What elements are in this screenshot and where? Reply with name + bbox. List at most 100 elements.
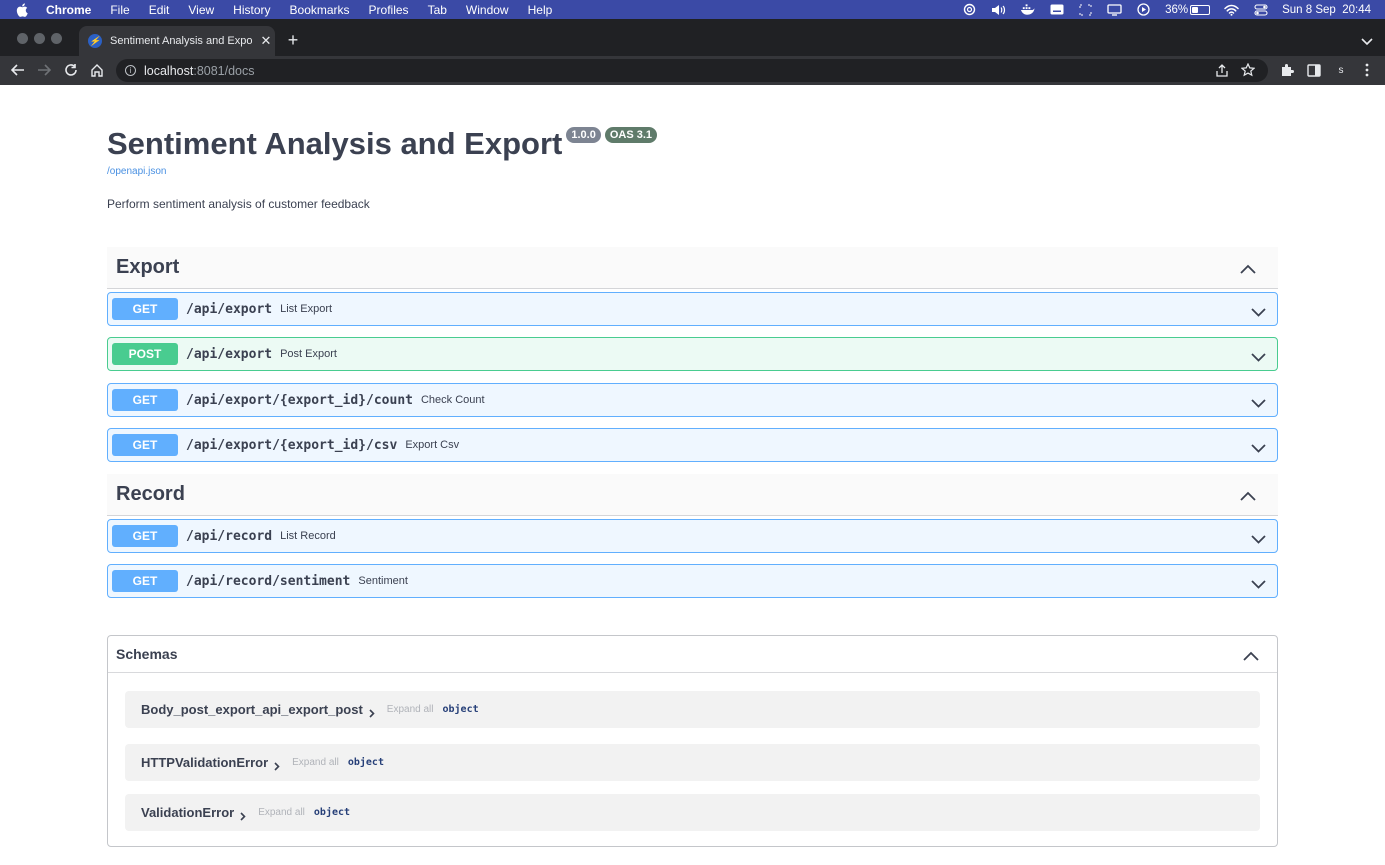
schema-model[interactable]: ValidationError Expand all object xyxy=(125,794,1260,831)
chevron-right-icon[interactable] xyxy=(369,705,375,718)
operation-path: /api/export xyxy=(186,301,273,317)
chatgpt-icon[interactable] xyxy=(962,3,977,16)
browser-tabstrip: ⚡ Sentiment Analysis and Export ✕ + xyxy=(0,19,1385,56)
schema-name[interactable]: HTTPValidationError xyxy=(141,755,268,770)
expand-chevron-down-icon[interactable] xyxy=(1251,576,1266,589)
wifi-icon[interactable] xyxy=(1224,4,1239,16)
battery-fill xyxy=(1192,6,1198,13)
schema-type: object xyxy=(347,757,384,768)
apple-logo-icon[interactable] xyxy=(16,2,30,17)
more-menu-icon[interactable] xyxy=(1359,62,1375,78)
chevron-right-icon[interactable] xyxy=(274,758,280,771)
method-badge: POST xyxy=(112,343,178,365)
schema-model[interactable]: Body_post_export_api_export_post Expand … xyxy=(125,691,1260,728)
menu-bookmarks[interactable]: Bookmarks xyxy=(290,3,350,17)
operation-get-api-export[interactable]: GET /api/export List Export xyxy=(107,292,1278,326)
screenshot-icon[interactable] xyxy=(1078,4,1093,16)
play-icon[interactable] xyxy=(1136,3,1151,16)
macos-menubar: Chrome File Edit View History Bookmarks … xyxy=(0,0,1385,19)
operation-post-api-export[interactable]: POST /api/export Post Export xyxy=(107,337,1278,371)
operation-path: /api/record/sentiment xyxy=(186,573,351,589)
openapi-json-link[interactable]: /openapi.json xyxy=(107,166,1278,177)
tag-export-header[interactable]: Export xyxy=(107,247,1278,289)
chevron-right-icon[interactable] xyxy=(240,808,246,821)
reload-icon[interactable] xyxy=(63,62,79,78)
expand-chevron-down-icon[interactable] xyxy=(1251,440,1266,453)
back-arrow-icon[interactable] xyxy=(10,62,26,78)
collapse-chevron-up-icon[interactable] xyxy=(1240,261,1256,274)
bookmark-star-icon[interactable] xyxy=(1240,62,1256,80)
extensions-puzzle-icon[interactable] xyxy=(1279,62,1295,78)
schema-name[interactable]: ValidationError xyxy=(141,805,234,820)
side-panel-icon[interactable] xyxy=(1306,62,1322,78)
battery-percent: 36% xyxy=(1165,3,1189,16)
control-center-icon[interactable] xyxy=(1253,3,1268,16)
menu-tab[interactable]: Tab xyxy=(428,3,447,17)
method-badge: GET xyxy=(112,525,178,547)
schema-name[interactable]: Body_post_export_api_export_post xyxy=(141,702,363,717)
browser-tab-active[interactable]: ⚡ Sentiment Analysis and Export ✕ xyxy=(79,26,275,56)
profile-avatar[interactable]: s xyxy=(1333,62,1349,78)
operation-summary: Export Csv xyxy=(405,439,460,451)
url-host: localhost xyxy=(144,63,194,78)
schema-model[interactable]: HTTPValidationError Expand all object xyxy=(125,744,1260,781)
address-bar[interactable]: i localhost:8081/docs xyxy=(116,59,1268,82)
new-tab-button[interactable]: + xyxy=(285,31,301,49)
tag-name: Record xyxy=(116,483,185,505)
menu-history[interactable]: History xyxy=(233,3,270,17)
operation-get-api-record[interactable]: GET /api/record List Record xyxy=(107,519,1278,553)
menu-window[interactable]: Window xyxy=(466,3,509,17)
volume-icon[interactable] xyxy=(991,4,1006,16)
tab-close-icon[interactable]: ✕ xyxy=(260,33,272,48)
operation-get-export-count[interactable]: GET /api/export/{export_id}/count Check … xyxy=(107,383,1278,417)
menu-view[interactable]: View xyxy=(188,3,214,17)
schemas-header[interactable]: Schemas xyxy=(108,636,1277,673)
operation-get-export-csv[interactable]: GET /api/export/{export_id}/csv Export C… xyxy=(107,428,1278,462)
fastapi-favicon-icon: ⚡ xyxy=(88,34,102,48)
browser-toolbar: i localhost:8081/docs s xyxy=(0,56,1385,85)
display-icon[interactable] xyxy=(1107,3,1122,16)
window-close-button[interactable] xyxy=(17,33,28,44)
expand-all-link[interactable]: Expand all xyxy=(258,807,305,818)
forward-arrow-icon[interactable] xyxy=(36,62,52,78)
site-info-icon[interactable]: i xyxy=(125,65,136,76)
tag-name: Export xyxy=(116,256,180,278)
schemas-section: Schemas Body_post_export_api_export_post… xyxy=(107,635,1278,847)
swagger-page: Sentiment Analysis and Export 1.0.0 OAS … xyxy=(0,85,1385,865)
expand-chevron-down-icon[interactable] xyxy=(1251,304,1266,317)
menu-profiles[interactable]: Profiles xyxy=(369,3,409,17)
window-minimize-button[interactable] xyxy=(34,33,45,44)
expand-chevron-down-icon[interactable] xyxy=(1251,395,1266,408)
oas-badge: OAS 3.1 xyxy=(604,127,657,143)
docker-icon[interactable] xyxy=(1020,3,1035,16)
version-badge: 1.0.0 xyxy=(566,127,601,143)
schema-type: object xyxy=(313,807,351,818)
expand-chevron-down-icon[interactable] xyxy=(1251,531,1266,544)
menu-app-name[interactable]: Chrome xyxy=(46,3,91,17)
tag-record-header[interactable]: Record xyxy=(107,474,1278,516)
operation-path: /api/record xyxy=(186,528,273,544)
menu-help[interactable]: Help xyxy=(528,3,553,17)
method-badge: GET xyxy=(112,298,178,320)
keyboard-icon[interactable] xyxy=(1049,4,1064,16)
collapse-chevron-up-icon[interactable] xyxy=(1240,488,1256,501)
operation-path: /api/export/{export_id}/csv xyxy=(186,437,398,453)
window-zoom-button[interactable] xyxy=(51,33,62,44)
schema-type: object xyxy=(442,704,479,715)
share-icon[interactable] xyxy=(1216,64,1228,80)
battery-status[interactable]: 36% xyxy=(1165,3,1211,16)
home-icon[interactable] xyxy=(89,62,105,78)
operation-get-record-sentiment[interactable]: GET /api/record/sentiment Sentiment xyxy=(107,564,1278,598)
menu-file[interactable]: File xyxy=(110,3,129,17)
operation-path: /api/export xyxy=(186,346,273,362)
collapse-chevron-up-icon[interactable] xyxy=(1243,648,1259,661)
method-badge: GET xyxy=(112,389,178,411)
expand-all-link[interactable]: Expand all xyxy=(387,704,434,715)
menubar-clock[interactable]: Sun 8 Sep 20:44 xyxy=(1282,4,1371,16)
menu-edit[interactable]: Edit xyxy=(149,3,170,17)
method-badge: GET xyxy=(112,434,178,456)
tab-title: Sentiment Analysis and Export xyxy=(110,35,252,47)
tab-search-chevron-icon[interactable] xyxy=(1361,33,1373,46)
expand-all-link[interactable]: Expand all xyxy=(292,757,339,768)
expand-chevron-down-icon[interactable] xyxy=(1251,349,1266,362)
